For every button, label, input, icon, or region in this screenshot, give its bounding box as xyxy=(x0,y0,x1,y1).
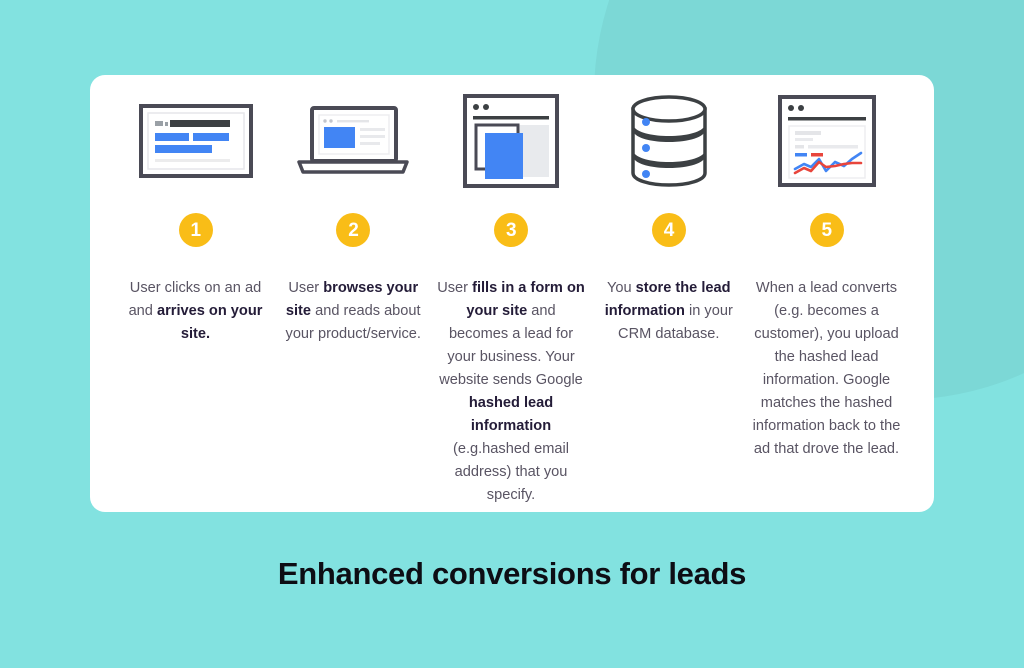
browser-form-window-icon xyxy=(463,91,559,191)
step-2: 2 User browses your site and reads about… xyxy=(276,75,431,346)
step-description: User browses your site and reads about y… xyxy=(285,280,421,342)
steps-card: 1 User clicks on an ad and arrives on yo… xyxy=(90,75,934,512)
step-number-badge: 4 xyxy=(651,213,686,247)
laptop-website-icon xyxy=(295,91,411,191)
step-description: User clicks on an ad and arrives on your… xyxy=(128,280,263,342)
step-number-badge: 2 xyxy=(336,213,371,247)
step-5: 5 When a lead converts (e.g. becomes a c… xyxy=(749,75,904,461)
step-number-badge: 1 xyxy=(178,213,213,247)
infographic-stage: 1 User clicks on an ad and arrives on yo… xyxy=(0,0,1024,668)
step-1: 1 User clicks on an ad and arrives on yo… xyxy=(118,75,273,346)
step-3: 3 User fills in a form on your site and … xyxy=(434,75,589,507)
step-description: You store the lead information in your C… xyxy=(604,280,733,342)
database-icon xyxy=(627,91,711,191)
step-description: User fills in a form on your site and be… xyxy=(437,280,585,503)
step-4: 4 You store the lead information in your… xyxy=(591,75,746,346)
step-number-badge: 3 xyxy=(494,213,528,247)
step-number-badge: 5 xyxy=(809,213,844,247)
analytics-chart-window-icon xyxy=(777,91,876,191)
search-ad-result-icon xyxy=(138,91,253,191)
page-title: Enhanced conversions for leads xyxy=(277,556,747,591)
step-description: When a lead converts (e.g. becomes a cus… xyxy=(752,280,901,457)
